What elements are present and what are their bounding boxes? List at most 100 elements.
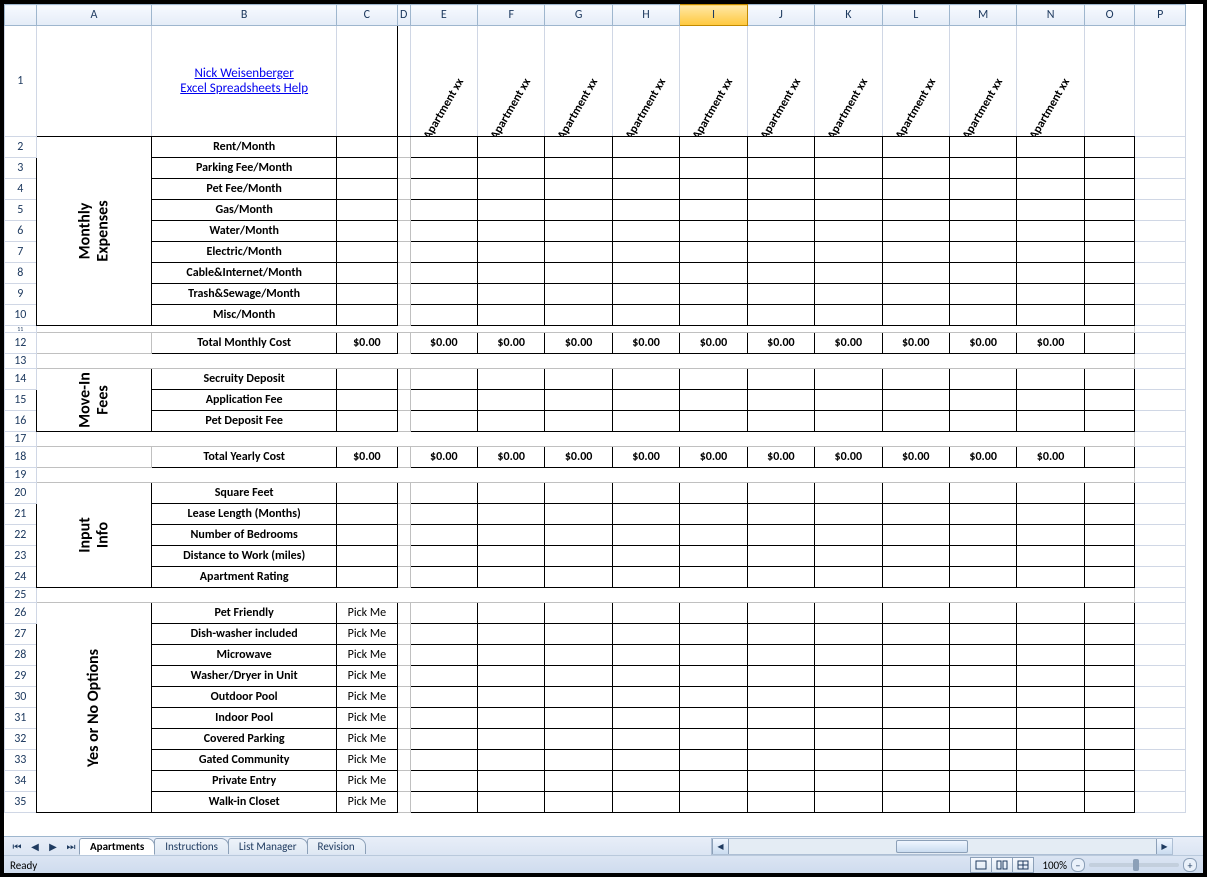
movein-0-input-6[interactable] bbox=[747, 369, 814, 390]
inputinfo-0-input-7[interactable] bbox=[815, 483, 882, 504]
monthly-4-input-1[interactable] bbox=[410, 221, 477, 242]
yesno-2-val-1[interactable] bbox=[410, 645, 477, 666]
monthly-8-input-5[interactable] bbox=[680, 305, 747, 326]
inputinfo-3-input-7[interactable] bbox=[815, 546, 882, 567]
movein-1-input-8[interactable] bbox=[882, 390, 949, 411]
zoom-in-button[interactable]: + bbox=[1183, 858, 1197, 872]
scroll-left-icon[interactable]: ◀ bbox=[712, 839, 729, 854]
yesno-3-val-7[interactable] bbox=[815, 666, 882, 687]
column-header-N[interactable]: N bbox=[1017, 5, 1084, 26]
row-header-29[interactable]: 29 bbox=[5, 666, 37, 687]
yesno-8-pickme[interactable]: Pick Me bbox=[336, 771, 397, 792]
monthly-6-input-1[interactable] bbox=[410, 263, 477, 284]
row-header-17[interactable]: 17 bbox=[5, 432, 37, 447]
row-header-33[interactable]: 33 bbox=[5, 750, 37, 771]
inputinfo-3-input-2[interactable] bbox=[477, 546, 544, 567]
monthly-1-input-1[interactable] bbox=[410, 158, 477, 179]
yesno-7-val-9[interactable] bbox=[949, 750, 1016, 771]
page-break-view-button[interactable] bbox=[1012, 857, 1034, 873]
monthly-6-input-8[interactable] bbox=[882, 263, 949, 284]
yesno-3-pickme[interactable]: Pick Me bbox=[336, 666, 397, 687]
monthly-3-input-c[interactable] bbox=[336, 200, 397, 221]
horizontal-scrollbar[interactable]: ◀ ▶ bbox=[711, 838, 1173, 855]
yesno-9-val-6[interactable] bbox=[747, 792, 814, 813]
monthly-5-input-2[interactable] bbox=[477, 242, 544, 263]
monthly-2-input-6[interactable] bbox=[747, 179, 814, 200]
monthly-2-input-7[interactable] bbox=[815, 179, 882, 200]
monthly-2-input-1[interactable] bbox=[410, 179, 477, 200]
monthly-0-input-8[interactable] bbox=[882, 137, 949, 158]
inputinfo-2-input-5[interactable] bbox=[680, 525, 747, 546]
monthly-0-input-4[interactable] bbox=[612, 137, 679, 158]
monthly-4-input-5[interactable] bbox=[680, 221, 747, 242]
zoom-out-button[interactable]: − bbox=[1071, 858, 1085, 872]
yesno-0-pickme[interactable]: Pick Me bbox=[336, 603, 397, 624]
monthly-8-input-8[interactable] bbox=[882, 305, 949, 326]
yesno-9-val-5[interactable] bbox=[680, 792, 747, 813]
movein-0-input-8[interactable] bbox=[882, 369, 949, 390]
monthly-8-input-9[interactable] bbox=[949, 305, 1016, 326]
row-header-8[interactable]: 8 bbox=[5, 263, 37, 284]
monthly-7-input-1[interactable] bbox=[410, 284, 477, 305]
monthly-5-input-3[interactable] bbox=[545, 242, 612, 263]
yesno-2-val-5[interactable] bbox=[680, 645, 747, 666]
inputinfo-4-input-6[interactable] bbox=[747, 567, 814, 588]
yesno-7-pickme[interactable]: Pick Me bbox=[336, 750, 397, 771]
movein-1-input-c[interactable] bbox=[336, 390, 397, 411]
yesno-0-val-9[interactable] bbox=[949, 603, 1016, 624]
inputinfo-1-input-1[interactable] bbox=[410, 504, 477, 525]
inputinfo-4-input-4[interactable] bbox=[612, 567, 679, 588]
inputinfo-0-input-c[interactable] bbox=[336, 483, 397, 504]
row-header-11[interactable]: 11 bbox=[5, 326, 37, 333]
inputinfo-4-input-2[interactable] bbox=[477, 567, 544, 588]
movein-2-input-9[interactable] bbox=[949, 411, 1016, 432]
column-header-F[interactable]: F bbox=[477, 5, 544, 26]
yesno-0-val-7[interactable] bbox=[815, 603, 882, 624]
monthly-3-input-1[interactable] bbox=[410, 200, 477, 221]
inputinfo-3-input-c[interactable] bbox=[336, 546, 397, 567]
yesno-2-val-6[interactable] bbox=[747, 645, 814, 666]
yesno-8-val-8[interactable] bbox=[882, 771, 949, 792]
inputinfo-3-input-6[interactable] bbox=[747, 546, 814, 567]
movein-0-input-5[interactable] bbox=[680, 369, 747, 390]
yesno-4-val-5[interactable] bbox=[680, 687, 747, 708]
yesno-9-val-9[interactable] bbox=[949, 792, 1016, 813]
zoom-slider-thumb[interactable] bbox=[1133, 859, 1139, 871]
yesno-2-val-4[interactable] bbox=[612, 645, 679, 666]
monthly-3-input-10[interactable] bbox=[1017, 200, 1084, 221]
inputinfo-0-input-5[interactable] bbox=[680, 483, 747, 504]
inputinfo-2-input-2[interactable] bbox=[477, 525, 544, 546]
yesno-1-val-10[interactable] bbox=[1017, 624, 1084, 645]
yesno-4-val-1[interactable] bbox=[410, 687, 477, 708]
yesno-5-val-3[interactable] bbox=[545, 708, 612, 729]
row-header-32[interactable]: 32 bbox=[5, 729, 37, 750]
movein-1-input-6[interactable] bbox=[747, 390, 814, 411]
row-header-24[interactable]: 24 bbox=[5, 567, 37, 588]
yesno-1-val-4[interactable] bbox=[612, 624, 679, 645]
inputinfo-1-input-6[interactable] bbox=[747, 504, 814, 525]
inputinfo-2-input-4[interactable] bbox=[612, 525, 679, 546]
inputinfo-2-input-8[interactable] bbox=[882, 525, 949, 546]
yesno-2-val-10[interactable] bbox=[1017, 645, 1084, 666]
monthly-8-input-4[interactable] bbox=[612, 305, 679, 326]
row-header-16[interactable]: 16 bbox=[5, 411, 37, 432]
yesno-1-val-8[interactable] bbox=[882, 624, 949, 645]
inputinfo-2-input-3[interactable] bbox=[545, 525, 612, 546]
monthly-4-input-10[interactable] bbox=[1017, 221, 1084, 242]
monthly-5-input-10[interactable] bbox=[1017, 242, 1084, 263]
yesno-1-val-2[interactable] bbox=[477, 624, 544, 645]
yesno-3-val-3[interactable] bbox=[545, 666, 612, 687]
monthly-4-input-6[interactable] bbox=[747, 221, 814, 242]
movein-0-input-9[interactable] bbox=[949, 369, 1016, 390]
movein-0-input-10[interactable] bbox=[1017, 369, 1084, 390]
inputinfo-2-input-7[interactable] bbox=[815, 525, 882, 546]
yesno-6-val-6[interactable] bbox=[747, 729, 814, 750]
yesno-4-pickme[interactable]: Pick Me bbox=[336, 687, 397, 708]
row-header-19[interactable]: 19 bbox=[5, 468, 37, 483]
row-header-25[interactable]: 25 bbox=[5, 588, 37, 603]
row-header-26[interactable]: 26 bbox=[5, 603, 37, 624]
monthly-8-input-6[interactable] bbox=[747, 305, 814, 326]
monthly-6-input-3[interactable] bbox=[545, 263, 612, 284]
movein-2-input-1[interactable] bbox=[410, 411, 477, 432]
yesno-9-val-8[interactable] bbox=[882, 792, 949, 813]
